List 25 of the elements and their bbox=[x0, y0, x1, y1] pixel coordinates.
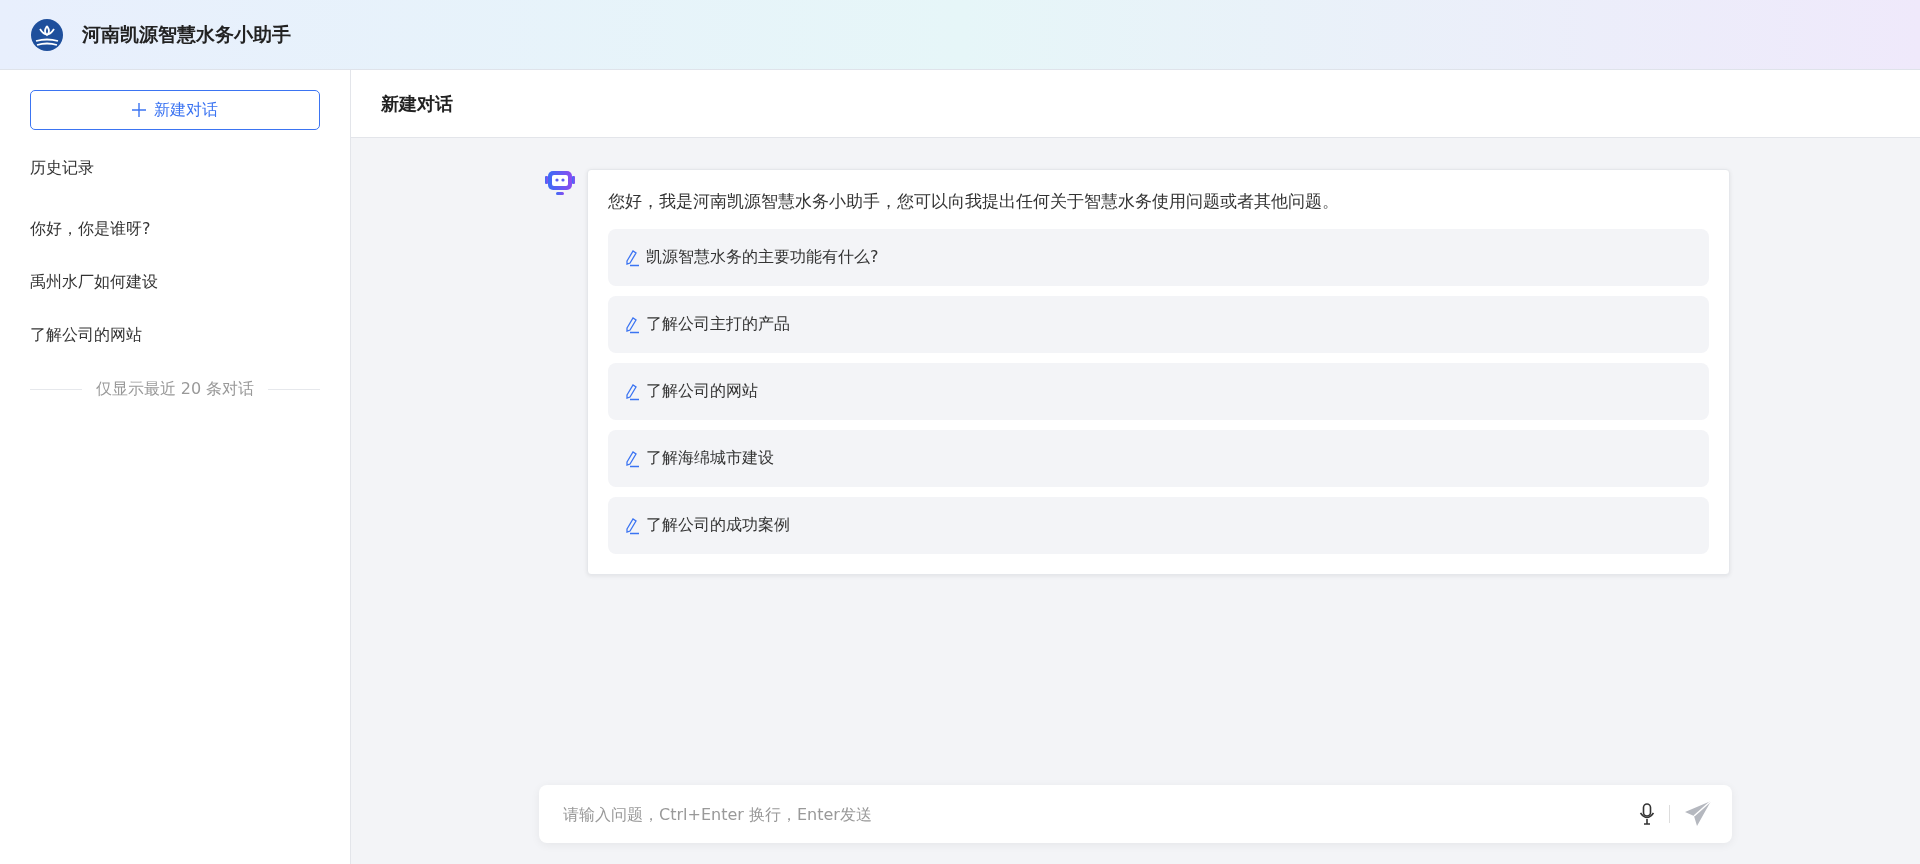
new-chat-button[interactable]: 新建对话 bbox=[30, 90, 320, 130]
greeting-message: 您好，我是河南凯源智慧水务小助手，您可以向我提出任何关于智慧水务使用问题或者其他问题。 bbox=[608, 190, 1340, 213]
suggestion-item[interactable]: 了解公司主打的产品 bbox=[608, 296, 1709, 353]
history-item[interactable]: 了解公司的网站 bbox=[30, 325, 320, 346]
robot-icon bbox=[545, 169, 575, 197]
history-item[interactable]: 禹州水厂如何建设 bbox=[30, 272, 320, 293]
pencil-icon bbox=[624, 315, 640, 334]
suggestion-item[interactable]: 了解公司的成功案例 bbox=[608, 497, 1709, 554]
pencil-icon bbox=[624, 516, 640, 535]
microphone-icon[interactable] bbox=[1639, 803, 1655, 825]
suggestion-item[interactable]: 了解公司的网站 bbox=[608, 363, 1709, 420]
question-input-box[interactable]: 请输入问题，Ctrl+Enter 换行，Enter发送 bbox=[539, 785, 1732, 843]
history-limit-note: 仅显示最近 20 条对话 bbox=[95, 379, 255, 400]
pencil-icon bbox=[624, 449, 640, 468]
suggestion-item[interactable]: 了解海绵城市建设 bbox=[608, 430, 1709, 487]
pencil-icon bbox=[624, 382, 640, 401]
suggestion-item[interactable]: 凯源智慧水务的主要功能有什么? bbox=[608, 229, 1709, 286]
app-title: 河南凯源智慧水务小助手 bbox=[82, 21, 291, 47]
logo-icon bbox=[30, 17, 64, 52]
plus-icon bbox=[132, 103, 146, 117]
history-title: 历史记录 bbox=[30, 158, 95, 179]
question-input-field[interactable]: 请输入问题，Ctrl+Enter 换行，Enter发送 bbox=[561, 803, 1625, 825]
pencil-icon bbox=[624, 248, 640, 267]
history-item[interactable]: 你好，你是谁呀? bbox=[30, 219, 320, 240]
chat-title: 新建对话 bbox=[381, 91, 453, 116]
